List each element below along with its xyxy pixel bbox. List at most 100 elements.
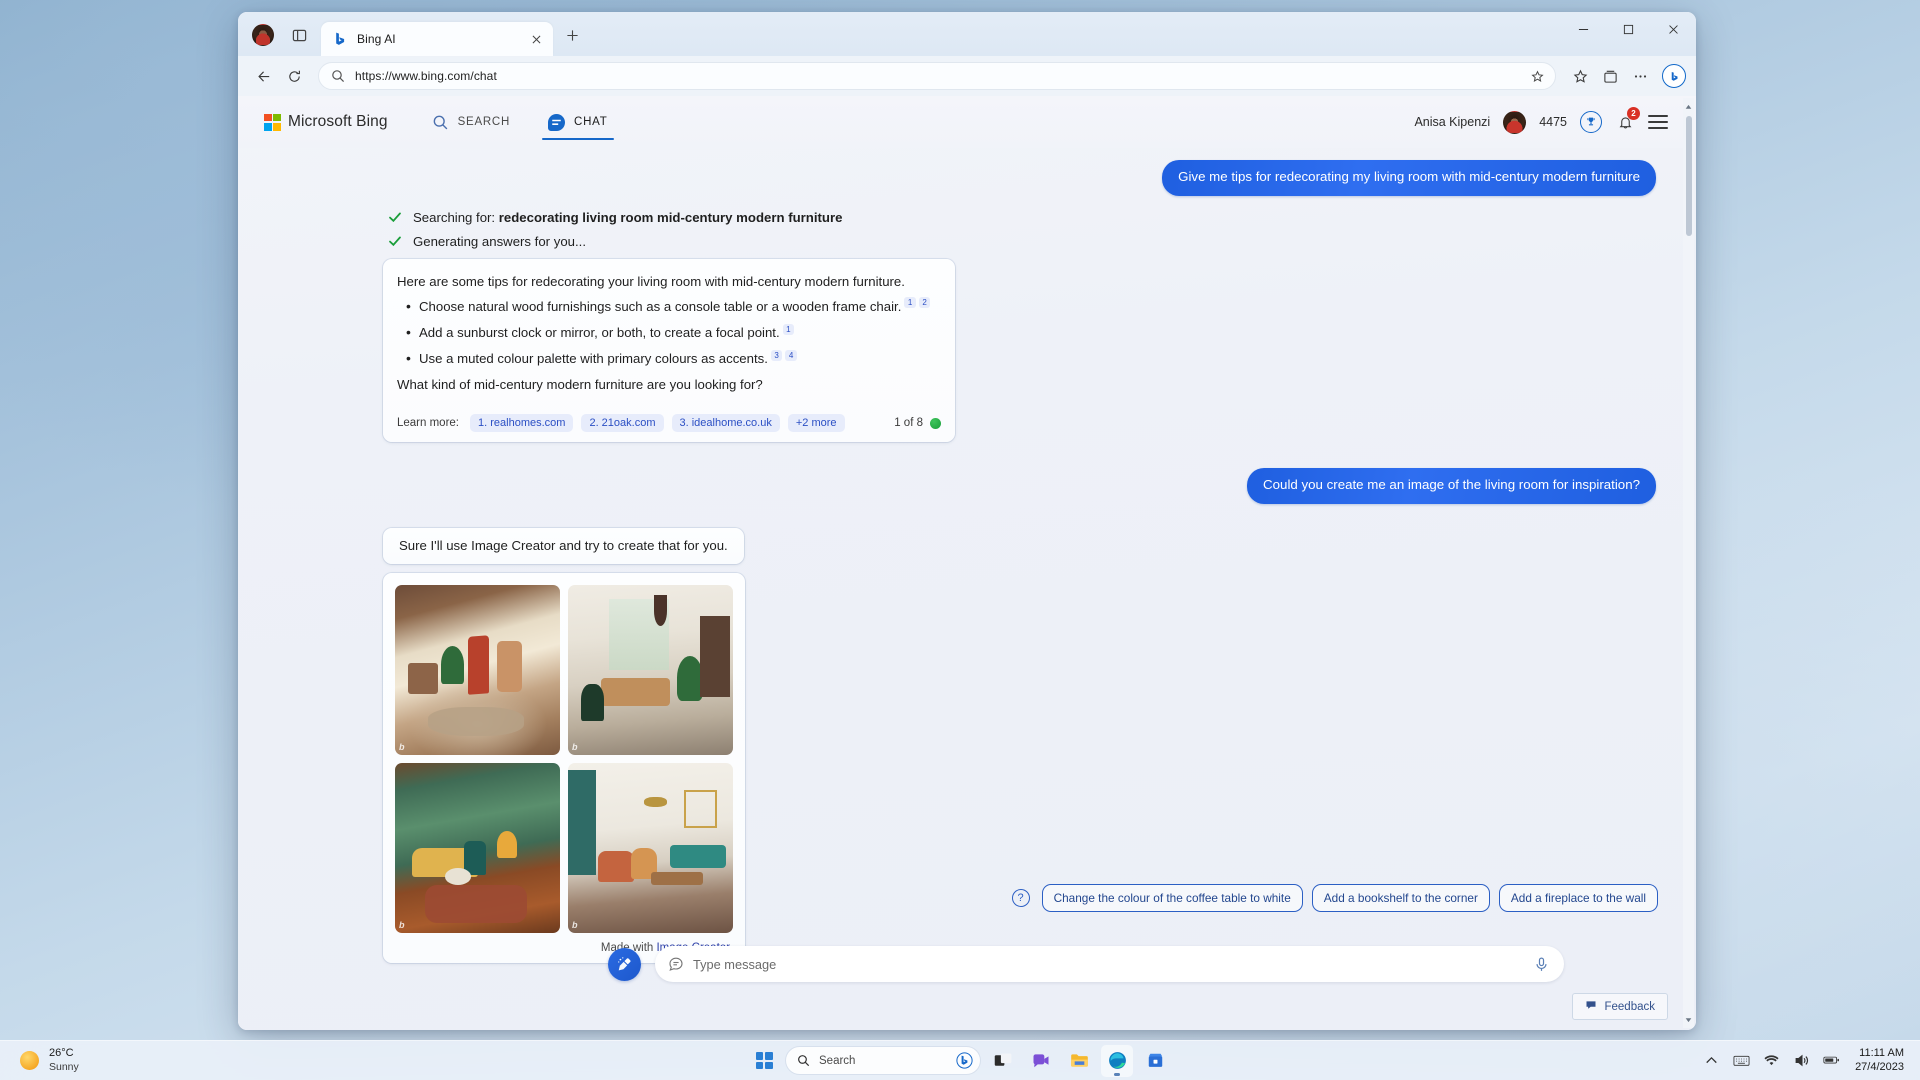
generated-image[interactable]: b: [568, 762, 733, 933]
bot-message-row: Sure I'll use Image Creator and try to c…: [288, 527, 1656, 564]
microsoft-bing-logo[interactable]: Microsoft Bing: [264, 113, 388, 131]
citation-chip[interactable]: 1: [782, 323, 795, 335]
citation-chip[interactable]: 2: [918, 297, 931, 309]
collections-button[interactable]: [1596, 62, 1624, 90]
maximize-button[interactable]: [1606, 12, 1651, 46]
browser-profile-avatar[interactable]: [252, 24, 274, 46]
source-chip[interactable]: 2. 21oak.com: [581, 414, 664, 433]
page-scrollbar[interactable]: [1683, 98, 1694, 1028]
notification-badge: 2: [1627, 107, 1640, 120]
tab-search[interactable]: SEARCH: [426, 96, 516, 148]
battery-icon[interactable]: [1823, 1052, 1840, 1069]
search-icon: [797, 1054, 810, 1067]
search-icon: [432, 114, 449, 131]
edge-icon[interactable]: [1101, 1044, 1133, 1077]
wifi-icon[interactable]: [1763, 1052, 1780, 1069]
generated-image[interactable]: b: [568, 584, 733, 755]
clock-date: 27/4/2023: [1855, 1060, 1904, 1073]
tab-chat[interactable]: CHAT: [542, 96, 614, 148]
favorites-button[interactable]: [1566, 62, 1594, 90]
rewards-points: 4475: [1539, 115, 1567, 129]
close-button[interactable]: [1651, 12, 1696, 46]
citation-chip[interactable]: 1: [904, 297, 916, 309]
user-message-row: Give me tips for redecorating my living …: [288, 160, 1656, 196]
message-input-wrapper[interactable]: Type message: [655, 946, 1564, 982]
volume-icon[interactable]: [1793, 1052, 1810, 1069]
keyboard-layout-icon[interactable]: [1733, 1052, 1750, 1069]
bing-header-right: Anisa Kipenzi 4475 2: [1414, 107, 1668, 134]
message-input-placeholder: Type message: [693, 956, 777, 972]
suggestion-chip[interactable]: Change the colour of the coffee table to…: [1041, 884, 1303, 912]
user-name: Anisa Kipenzi: [1414, 115, 1491, 129]
show-hidden-icons-icon[interactable]: [1703, 1052, 1720, 1069]
scroll-up-arrow-icon[interactable]: [1683, 100, 1694, 113]
check-icon: [388, 234, 402, 248]
edge-sidebar-bing-button[interactable]: [1662, 64, 1686, 88]
weather-temperature: 26°C: [49, 1047, 74, 1060]
chat-video-icon[interactable]: [1025, 1045, 1057, 1077]
window-controls: [1561, 12, 1696, 46]
suggestion-chip[interactable]: Add a fireplace to the wall: [1498, 884, 1658, 912]
browser-tab[interactable]: Bing AI: [321, 22, 553, 56]
hamburger-icon[interactable]: [1648, 115, 1668, 129]
microphone-icon[interactable]: [1533, 956, 1550, 973]
bing-icon[interactable]: [956, 1052, 973, 1069]
app-running-indicator: [1114, 1073, 1120, 1076]
notifications-button[interactable]: 2: [1615, 107, 1640, 132]
back-button[interactable]: [250, 62, 278, 90]
scrollbar-thumb[interactable]: [1685, 116, 1692, 236]
question-mark-icon[interactable]: ?: [1011, 889, 1030, 907]
turn-counter-label: 1 of 8: [894, 417, 923, 430]
check-icon: [388, 210, 402, 224]
status-dot-icon: [930, 417, 941, 429]
image-watermark: b: [572, 919, 578, 930]
status-line-generating: Generating answers for you...: [388, 234, 1656, 249]
answer-sources-footer: Learn more: 1. realhomes.com 2. 21oak.co…: [383, 406, 955, 442]
close-icon[interactable]: [527, 30, 545, 48]
generated-image[interactable]: b: [395, 584, 560, 755]
new-topic-button[interactable]: [608, 947, 641, 981]
answer-bullet-text: Use a muted colour palette with primary …: [419, 351, 768, 367]
source-chip-more[interactable]: +2 more: [787, 414, 845, 433]
answer-bullet-text: Add a sunburst clock or mirror, or both,…: [419, 324, 780, 340]
system-tray: 11:11 AM 27/4/2023: [1703, 1047, 1920, 1074]
source-chip[interactable]: 1. realhomes.com: [470, 414, 574, 433]
user-message-bubble: Give me tips for redecorating my living …: [1162, 160, 1656, 196]
new-tab-button[interactable]: [559, 22, 585, 48]
file-explorer-icon[interactable]: [1063, 1045, 1095, 1077]
taskbar-search-box[interactable]: Search: [785, 1046, 981, 1075]
more-options-button[interactable]: [1626, 62, 1654, 90]
browser-tab-title: Bing AI: [357, 32, 396, 46]
weather-widget[interactable]: 26°C Sunny: [0, 1047, 79, 1073]
suggestion-chip[interactable]: Add a bookshelf to the corner: [1311, 884, 1490, 912]
scrollbar-track[interactable]: [1683, 98, 1694, 1028]
windows-start-icon[interactable]: [749, 1046, 779, 1076]
answer-intro: Here are some tips for redecorating your…: [397, 273, 905, 289]
citation-chip[interactable]: 4: [785, 349, 797, 361]
status-line-searching: Searching for: redecorating living room …: [388, 210, 1656, 225]
avatar[interactable]: [1503, 110, 1527, 134]
scroll-down-arrow-icon[interactable]: [1683, 1013, 1694, 1026]
search-query: redecorating living room mid-century mod…: [498, 209, 843, 225]
citation-chip[interactable]: 3: [770, 349, 783, 361]
source-chip[interactable]: 3. idealhome.co.uk: [671, 414, 780, 433]
tab-actions-icon[interactable]: [286, 22, 312, 48]
trophy-icon[interactable]: [1580, 111, 1602, 133]
weather-condition: Sunny: [49, 1060, 79, 1073]
taskbar-clock[interactable]: 11:11 AM 27/4/2023: [1855, 1047, 1904, 1074]
taskbar-center-group: Search: [749, 1044, 1171, 1077]
feedback-button[interactable]: Feedback: [1572, 993, 1668, 1020]
teams-icon[interactable]: [987, 1045, 1019, 1077]
add-favorite-icon[interactable]: [1527, 66, 1547, 86]
microsoft-store-icon[interactable]: [1139, 1045, 1171, 1077]
image-watermark: b: [572, 741, 578, 752]
bing-header: Microsoft Bing SEARCH CHAT Anisa Kipenzi…: [238, 96, 1696, 148]
sun-icon: [20, 1050, 39, 1070]
clock-time: 11:11 AM: [1859, 1047, 1904, 1060]
minimize-button[interactable]: [1561, 12, 1606, 46]
answer-bullet-list: Choose natural wood furnishings such as …: [397, 296, 939, 368]
suggestion-chips-row: ? Change the colour of the coffee table …: [1011, 884, 1658, 912]
refresh-button[interactable]: [280, 62, 308, 90]
url-bar[interactable]: https://www.bing.com/chat: [318, 62, 1556, 90]
generated-image[interactable]: b: [395, 762, 560, 933]
